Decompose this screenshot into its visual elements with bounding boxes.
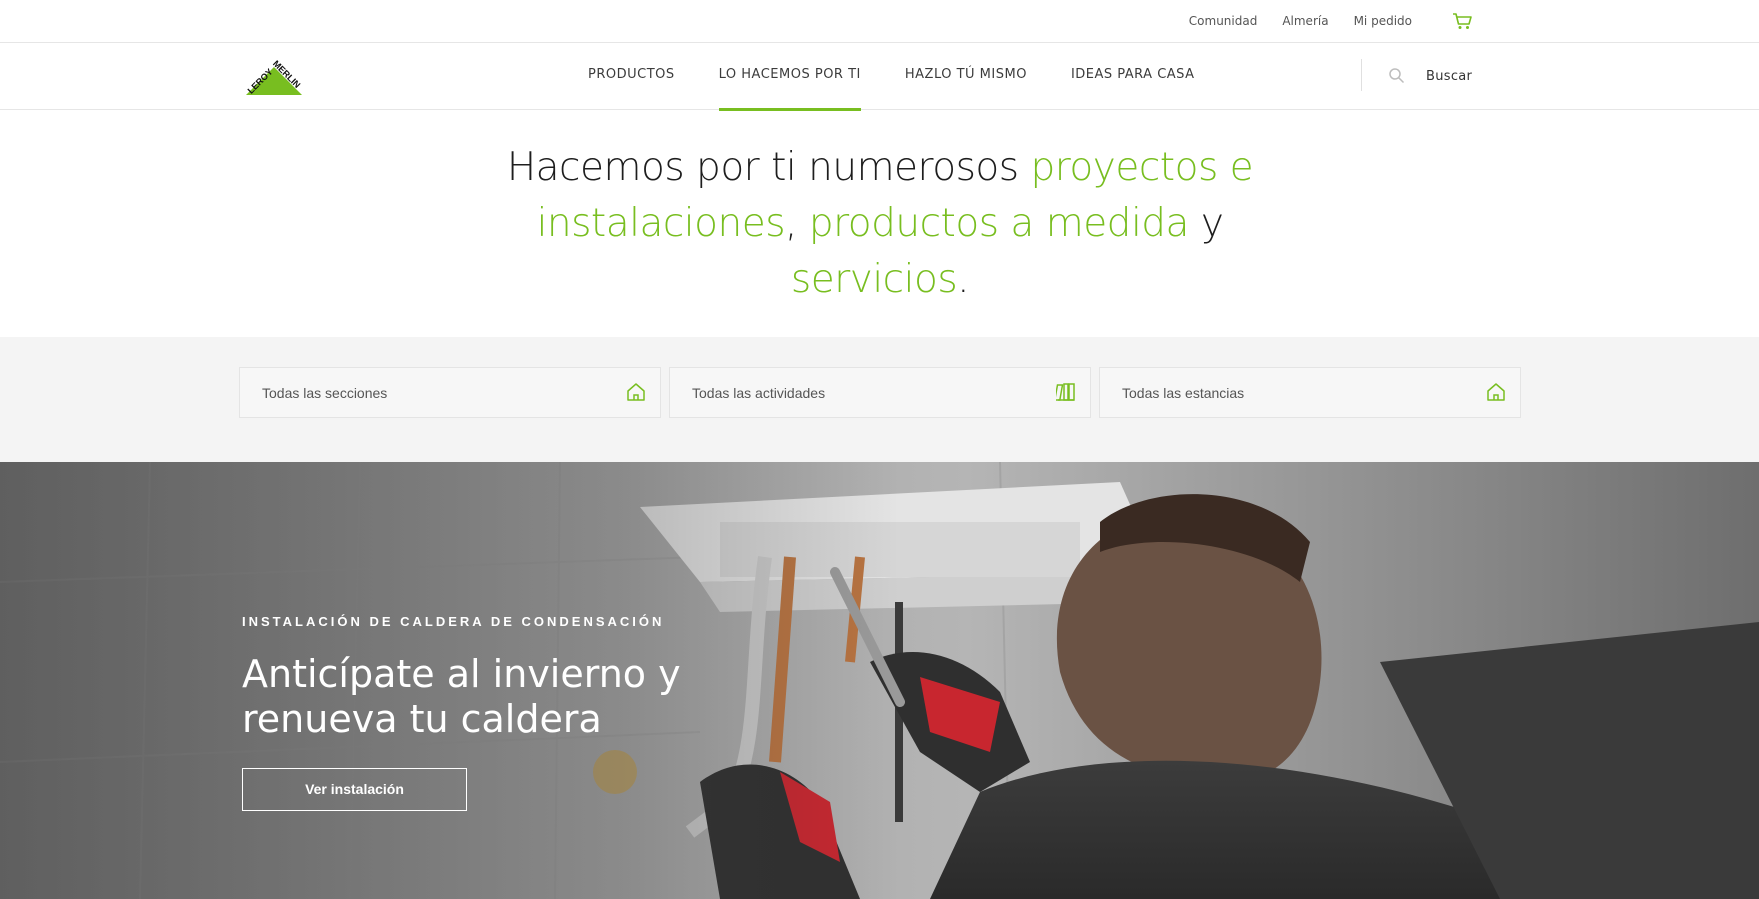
cart-icon[interactable] [1452,12,1474,30]
filters-band: Todas las secciones Todas las actividade… [0,337,1759,462]
headline-part: , [785,201,809,246]
hero-title: Anticípate al invierno y renueva tu cald… [242,652,681,741]
headline-part: . [957,257,970,302]
nav-item-hazlo-tu-mismo[interactable]: HAZLO TÚ MISMO [905,43,1027,110]
link-comunidad[interactable]: Comunidad [1189,14,1258,28]
filter-label: Todas las estancias [1122,385,1245,401]
headline-part: y [1188,201,1224,246]
link-store-location[interactable]: Almería [1282,14,1328,28]
headline-highlight: productos a medida [808,201,1190,246]
top-links: Comunidad Almería Mi pedido [1164,12,1474,30]
filter-label: Todas las secciones [262,385,388,401]
nav-item-ideas-para-casa[interactable]: IDEAS PARA CASA [1071,43,1195,110]
filter-actividades[interactable]: Todas las actividades [669,367,1091,418]
house-icon [626,382,646,402]
nav-item-lo-hacemos-por-ti[interactable]: LO HACEMOS POR TI [718,43,862,111]
hero-kicker: INSTALACIÓN DE CALDERA DE CONDENSACIÓN [242,614,665,629]
link-mi-pedido[interactable]: Mi pedido [1354,14,1412,28]
ver-instalacion-button[interactable]: Ver instalación [242,768,467,811]
filter-estancias[interactable]: Todas las estancias [1099,367,1521,418]
tools-icon [1053,382,1076,402]
nav-menu: PRODUCTOS LO HACEMOS POR TI HAZLO TÚ MIS… [588,43,1239,111]
page-headline: Hacemos por ti numerosos proyectos e ins… [460,140,1300,308]
nav-divider [1361,59,1362,91]
nav-item-productos[interactable]: PRODUCTOS [588,43,675,110]
search-icon [1388,67,1406,85]
brand-logo[interactable]: LEROY MERLIN [242,55,306,99]
top-utility-bar: Comunidad Almería Mi pedido [0,0,1759,43]
headline-highlight: servicios [790,257,958,302]
headline-part: Hacemos por ti numerosos [506,145,1031,190]
hero-banner: INSTALACIÓN DE CALDERA DE CONDENSACIÓN A… [0,462,1759,899]
house-icon [1486,382,1506,402]
filter-label: Todas las actividades [692,385,826,401]
search-button[interactable]: Buscar [1388,61,1472,91]
main-navbar: LEROY MERLIN PRODUCTOS LO HACEMOS POR TI… [0,43,1759,111]
filter-secciones[interactable]: Todas las secciones [239,367,661,418]
search-label: Buscar [1426,68,1473,84]
